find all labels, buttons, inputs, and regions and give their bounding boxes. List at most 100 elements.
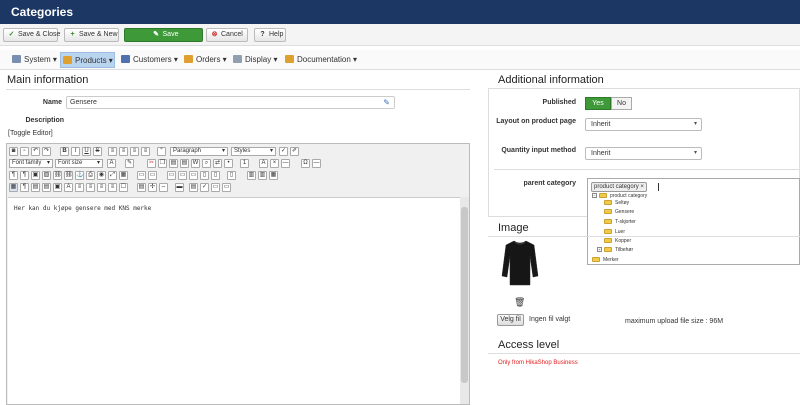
justify-icon[interactable]: ≡ xyxy=(141,147,150,156)
code-icon[interactable]: ▭ xyxy=(222,183,231,192)
trash-icon[interactable]: 🗑 xyxy=(514,297,525,308)
expand-icon[interactable]: + xyxy=(597,247,602,252)
pagebreak-icon[interactable]: ⇔ xyxy=(159,183,168,192)
delete-row-icon[interactable]: ▭ xyxy=(189,171,198,180)
font-size-select[interactable]: Font size ▾ xyxy=(55,159,103,168)
tree-node[interactable]: Seltøy xyxy=(604,200,629,207)
cell-props-icon[interactable]: ▭ xyxy=(148,171,157,180)
remove-tag-icon[interactable]: × xyxy=(640,184,644,190)
show-blocks-icon[interactable]: ¶ xyxy=(20,183,29,192)
readmore-icon[interactable]: ▬ xyxy=(175,183,184,192)
rtl-icon[interactable]: ¶ xyxy=(20,171,29,180)
del-icon[interactable]: ≡ xyxy=(108,183,117,192)
align-center-icon[interactable]: ≡ xyxy=(119,147,128,156)
font-icon[interactable]: A xyxy=(64,183,73,192)
insert-table-icon[interactable]: ▦ xyxy=(119,171,128,180)
layout-select[interactable]: Inherit ▾ xyxy=(585,118,702,131)
hr-icon[interactable]: — xyxy=(312,159,321,168)
special-char-icon[interactable]: — xyxy=(281,159,290,168)
image-icon[interactable]: ▧ xyxy=(42,171,51,180)
toggle-editor-link[interactable]: [Toggle Editor] xyxy=(8,130,53,137)
source-icon[interactable]: ◙ xyxy=(9,147,18,156)
replace-icon[interactable]: ⇄ xyxy=(213,159,222,168)
tree-node[interactable]: + Tilbehør xyxy=(597,247,633,254)
underline-icon[interactable]: U xyxy=(82,147,91,156)
attribs-icon[interactable]: ▤ xyxy=(137,183,146,192)
split-cells-icon[interactable]: ▥ xyxy=(247,171,256,180)
template-icon[interactable]: ▤ xyxy=(31,183,40,192)
insert-col-after-icon[interactable]: ▯ xyxy=(211,171,220,180)
new-doc-icon[interactable]: ▫ xyxy=(20,147,29,156)
menu-system[interactable]: System ▾ xyxy=(10,52,57,68)
tree-node[interactable]: Luer xyxy=(604,229,625,236)
help-button[interactable]: ? Help xyxy=(254,28,286,42)
style-props-icon[interactable]: ▣ xyxy=(53,183,62,192)
styles-select[interactable]: Styles ▾ xyxy=(231,147,276,156)
omega-icon[interactable]: Ω xyxy=(301,159,310,168)
font-family-select[interactable]: Font family ▾ xyxy=(9,159,53,168)
menu-documentation[interactable]: Documentation ▾ xyxy=(283,52,357,68)
insert-col-before-icon[interactable]: ▯ xyxy=(200,171,209,180)
remove-format-icon[interactable]: × xyxy=(270,159,279,168)
name-input[interactable]: Gensere ✎ xyxy=(66,96,395,109)
spellcheck-icon[interactable]: ✓ xyxy=(279,147,288,156)
print-icon[interactable]: ⎙ xyxy=(86,171,95,180)
text-color-icon[interactable]: A xyxy=(107,159,116,168)
quantity-input-select[interactable]: Inherit ▾ xyxy=(585,147,702,160)
align-right-icon[interactable]: ≡ xyxy=(130,147,139,156)
bold-icon[interactable]: B xyxy=(60,147,69,156)
clean-icon[interactable]: ✐ xyxy=(290,147,299,156)
merge-cells-icon[interactable]: ▥ xyxy=(258,171,267,180)
fullscreen-icon[interactable]: ⤢ xyxy=(108,171,117,180)
strikethrough-icon[interactable]: S xyxy=(93,147,102,156)
scrollbar-thumb[interactable] xyxy=(461,207,468,383)
insert-row-before-icon[interactable]: ▭ xyxy=(167,171,176,180)
media-icon[interactable]: ▣ xyxy=(31,171,40,180)
undo-icon[interactable]: ↶ xyxy=(31,147,40,156)
published-no-button[interactable]: No xyxy=(611,97,632,110)
save-close-button[interactable]: ✓ Save & Close xyxy=(3,28,60,42)
find-icon[interactable]: ⌕ xyxy=(202,159,211,168)
numbered-list-icon[interactable]: 1 xyxy=(240,159,249,168)
tree-node-root[interactable]: − product category xyxy=(592,193,647,200)
parent-category-tag[interactable]: product category × xyxy=(591,182,647,192)
copy-icon[interactable]: ❐ xyxy=(158,159,167,168)
embed-icon[interactable]: ▭ xyxy=(211,183,220,192)
choose-file-button[interactable]: Velg fil xyxy=(497,314,524,326)
article-icon[interactable]: ▤ xyxy=(189,183,198,192)
tree-node[interactable]: Merker xyxy=(592,257,619,264)
layer-icon[interactable]: ▤ xyxy=(42,183,51,192)
abbr-icon[interactable]: ≡ xyxy=(86,183,95,192)
editor-content-area[interactable]: Her kan du kjøpe gensere med KNS merke xyxy=(8,197,460,404)
published-yes-button[interactable]: Yes xyxy=(585,97,611,110)
cite-icon[interactable]: ≡ xyxy=(75,183,84,192)
ins-icon[interactable]: ☐ xyxy=(119,183,128,192)
translate-icon[interactable]: ✎ xyxy=(383,97,390,108)
acronym-icon[interactable]: ≡ xyxy=(97,183,106,192)
insert-row-after-icon[interactable]: ▭ xyxy=(178,171,187,180)
align-left-icon[interactable]: ≡ xyxy=(108,147,117,156)
nonbreaking-icon[interactable]: ✢ xyxy=(148,183,157,192)
redo-icon[interactable]: ↷ xyxy=(42,147,51,156)
paste-word-icon[interactable]: W xyxy=(191,159,200,168)
visual-aid-icon[interactable]: ▦ xyxy=(9,183,18,192)
menu-display[interactable]: Display ▾ xyxy=(231,52,277,68)
menu-customers[interactable]: Customers ▾ xyxy=(119,52,178,68)
blockquote-icon[interactable]: “ xyxy=(157,147,166,156)
format-select[interactable]: Paragraph ▾ xyxy=(170,147,228,156)
editor-scrollbar[interactable] xyxy=(460,197,469,404)
font-size-up-icon[interactable]: A xyxy=(259,159,268,168)
anchor-icon[interactable]: ⚓ xyxy=(75,171,84,180)
highlight-icon[interactable]: ✎ xyxy=(125,159,134,168)
tree-node[interactable]: Kopper xyxy=(604,238,631,245)
delete-col-icon[interactable]: ▯ xyxy=(227,171,236,180)
tree-node[interactable]: Gensere xyxy=(604,209,634,216)
italic-icon[interactable]: I xyxy=(71,147,80,156)
save-new-button[interactable]: + Save & New xyxy=(64,28,119,42)
unlink-icon[interactable]: ⛓ xyxy=(64,171,73,180)
paste-text-icon[interactable]: ▤ xyxy=(180,159,189,168)
save-button[interactable]: ✎ Save xyxy=(124,28,203,42)
table-props-icon[interactable]: ▦ xyxy=(269,171,278,180)
parent-category-picker[interactable]: product category × − product category Sel… xyxy=(587,178,800,265)
ltr-icon[interactable]: ¶ xyxy=(9,171,18,180)
